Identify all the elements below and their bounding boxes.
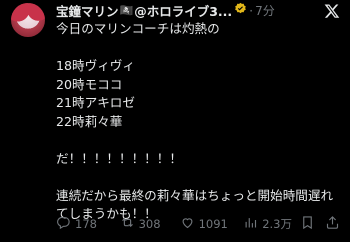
post-header: 宝鐘マリン 🏴‍☠️ @ホロライブ3... · 7分	[56, 1, 350, 19]
share-icon	[325, 215, 340, 233]
like-icon	[180, 215, 199, 233]
post-line	[56, 131, 340, 150]
post-time[interactable]: 7分	[255, 2, 275, 19]
share-button[interactable]	[325, 215, 340, 233]
action-bar: 178 308 1091 2.3万	[56, 214, 340, 234]
x-logo-icon[interactable]	[324, 3, 340, 19]
reply-button[interactable]: 178	[56, 215, 120, 233]
views-icon	[243, 215, 262, 233]
repost-button[interactable]: 308	[120, 215, 180, 233]
post-line: 連続だから最終の莉々華はちょっと開始時間遅れ	[56, 187, 334, 203]
post-line: 18時ヴィヴィ	[56, 58, 135, 73]
post-line: 21時アキロゼ	[56, 95, 135, 110]
pirate-flag-icon: 🏴‍☠️	[119, 3, 134, 17]
repost-count: 308	[138, 217, 161, 231]
reply-icon	[56, 215, 75, 233]
views-count: 2.3万	[262, 217, 292, 231]
post-line: 20時モココ	[56, 76, 123, 92]
post-line: だ！！！！！！！！！	[56, 150, 182, 166]
post-line: 今日のマリンコーチは灼熱の	[56, 21, 220, 36]
author-name[interactable]: 宝鐘マリン	[56, 1, 119, 20]
post-line	[56, 168, 340, 187]
verified-badge-icon	[234, 2, 247, 18]
post-body: 今日のマリンコーチは灼熱の 18時ヴィヴィ 20時モココ 21時アキロゼ 22時…	[56, 20, 340, 224]
like-count: 1091	[198, 217, 228, 231]
like-button[interactable]: 1091	[180, 215, 244, 233]
views-button[interactable]: 2.3万	[243, 215, 299, 233]
bookmark-button[interactable]	[300, 215, 325, 233]
post-line	[56, 39, 340, 58]
repost-icon	[120, 215, 139, 233]
post-line: 22時莉々華	[56, 113, 123, 129]
separator-dot: ·	[249, 2, 254, 18]
bookmark-icon	[300, 215, 315, 233]
author-handle[interactable]: @ホロライブ3...	[134, 1, 232, 20]
reply-count: 178	[75, 217, 97, 231]
avatar[interactable]	[11, 3, 45, 37]
